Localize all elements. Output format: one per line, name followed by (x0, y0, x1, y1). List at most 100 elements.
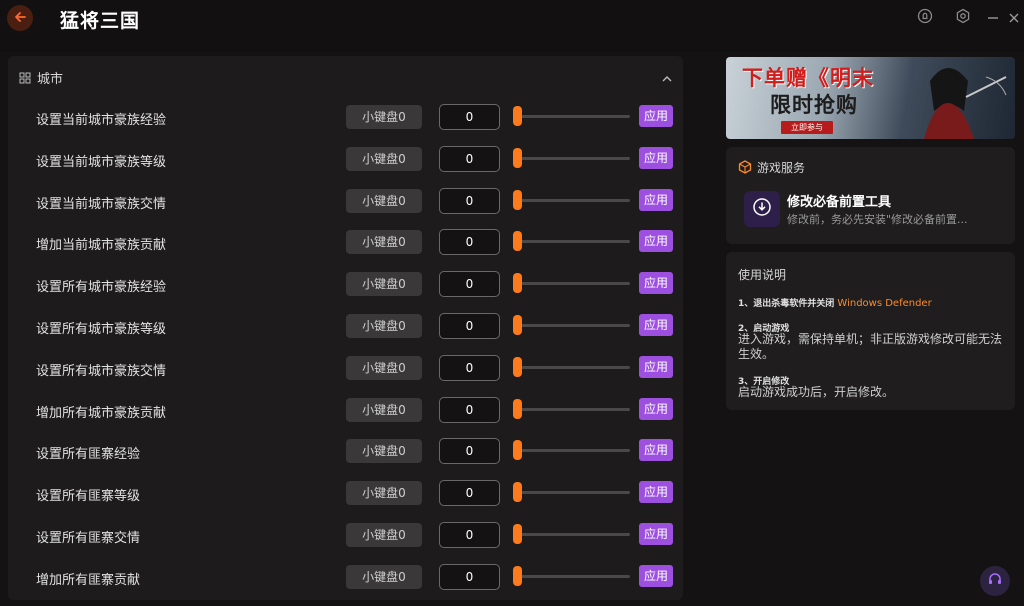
hotkey-button[interactable]: 小键盘0 (346, 397, 422, 422)
value-slider[interactable] (513, 481, 630, 503)
city-panel: 城市 设置当前城市豪族经验 小键盘0 0 应用 设置当前城市豪族等级 小键盘0 0 应用 设置当… (8, 56, 683, 600)
gear-icon (955, 8, 971, 28)
apply-button[interactable]: 应用 (639, 439, 673, 462)
value-slider[interactable] (513, 356, 630, 378)
apply-button[interactable]: 应用 (639, 481, 673, 504)
option-row: 设置当前城市豪族交情 小键盘0 0 应用 (8, 181, 683, 223)
value-input[interactable]: 0 (439, 271, 500, 298)
apply-button[interactable]: 应用 (639, 188, 673, 211)
value-slider[interactable] (513, 272, 630, 294)
slider-thumb[interactable] (513, 231, 522, 252)
slider-thumb[interactable] (513, 565, 522, 586)
slider-track (514, 491, 630, 495)
apply-button[interactable]: 应用 (639, 522, 673, 545)
hotkey-button[interactable]: 小键盘0 (346, 564, 422, 589)
slider-thumb[interactable] (513, 398, 522, 419)
slider-thumb[interactable] (513, 273, 522, 294)
apply-button[interactable]: 应用 (639, 564, 673, 587)
promo-banner[interactable]: 下单赠《明末 限时抢购 立即参与 (726, 57, 1015, 139)
hotkey-button[interactable]: 小键盘0 (346, 481, 422, 506)
hotkey-button[interactable]: 小键盘0 (346, 313, 422, 338)
hotkey-button[interactable]: 小键盘0 (346, 439, 422, 464)
service-name[interactable]: 修改必备前置工具 (787, 191, 891, 210)
slider-thumb[interactable] (513, 440, 522, 461)
apply-button[interactable]: 应用 (639, 397, 673, 420)
slider-thumb[interactable] (513, 356, 522, 377)
notification-button[interactable] (915, 8, 935, 28)
value-input[interactable]: 0 (439, 229, 500, 256)
apply-button[interactable]: 应用 (639, 230, 673, 253)
banner-cta-button[interactable]: 立即参与 (781, 121, 833, 134)
apply-button[interactable]: 应用 (639, 313, 673, 336)
value-slider[interactable] (513, 565, 630, 587)
slider-thumb[interactable] (513, 482, 522, 503)
hotkey-button[interactable]: 小键盘0 (346, 355, 422, 380)
slider-thumb[interactable] (513, 314, 522, 335)
apply-button[interactable]: 应用 (639, 105, 673, 127)
value-input[interactable]: 0 (439, 145, 500, 172)
guide-title: 使用说明 (738, 268, 787, 282)
headset-icon (987, 571, 1003, 591)
value-input[interactable]: 0 (439, 521, 500, 548)
hotkey-button[interactable]: 小键盘0 (346, 272, 422, 297)
value-slider[interactable] (513, 105, 630, 127)
section-title: 城市 (37, 72, 64, 87)
hotkey-button[interactable]: 小键盘0 (346, 522, 422, 547)
minimize-button[interactable] (983, 8, 1003, 28)
value-input[interactable]: 0 (439, 312, 500, 339)
option-row: 设置所有匪寨等级 小键盘0 0 应用 (8, 473, 683, 515)
value-input[interactable]: 0 (439, 354, 500, 381)
back-button[interactable] (7, 5, 33, 31)
usage-guide-card: 使用说明 1、退出杀毒软件并关闭 Windows Defender 2、启动游戏… (726, 252, 1015, 410)
close-button[interactable] (1004, 8, 1024, 28)
box-icon (738, 159, 752, 178)
value-slider[interactable] (513, 189, 630, 211)
apply-button[interactable]: 应用 (639, 272, 673, 295)
value-slider[interactable] (513, 523, 630, 545)
option-label: 设置当前城市豪族等级 (36, 154, 167, 170)
guide-step-1: 1、退出杀毒软件并关闭 Windows Defender (738, 296, 932, 309)
option-row: 设置所有城市豪族经验 小键盘0 0 应用 (8, 264, 683, 306)
option-row: 设置当前城市豪族等级 小键盘0 0 应用 (8, 139, 683, 181)
slider-track (514, 323, 630, 327)
slider-thumb[interactable] (513, 147, 522, 168)
bell-icon (917, 8, 933, 28)
value-input[interactable]: 0 (439, 480, 500, 507)
customer-support-button[interactable] (980, 566, 1010, 596)
slider-track (514, 115, 630, 118)
service-header: 游戏服务 (757, 161, 806, 175)
option-row: 设置当前城市豪族经验 小键盘0 0 应用 (8, 97, 683, 139)
slider-track (514, 240, 630, 244)
service-tool-button[interactable] (744, 191, 780, 227)
value-input[interactable]: 0 (439, 104, 500, 130)
slider-thumb[interactable] (513, 189, 522, 210)
value-slider[interactable] (513, 147, 630, 169)
value-slider[interactable] (513, 398, 630, 420)
slider-track (514, 574, 630, 578)
hotkey-button[interactable]: 小键盘0 (346, 105, 422, 129)
close-icon (1008, 9, 1020, 28)
hotkey-button[interactable]: 小键盘0 (346, 146, 422, 171)
option-label: 设置所有匪寨等级 (36, 489, 141, 505)
settings-button[interactable] (953, 8, 973, 28)
option-label: 增加所有匪寨贡献 (36, 572, 141, 588)
slider-thumb[interactable] (513, 523, 522, 544)
chevron-up-icon[interactable] (661, 70, 673, 89)
value-input[interactable]: 0 (439, 563, 500, 590)
apply-button[interactable]: 应用 (639, 146, 673, 169)
option-label: 设置当前城市豪族交情 (36, 196, 167, 212)
option-row: 设置所有城市豪族等级 小键盘0 0 应用 (8, 306, 683, 348)
value-input[interactable]: 0 (439, 438, 500, 465)
value-input[interactable]: 0 (439, 187, 500, 214)
slider-thumb[interactable] (513, 106, 522, 126)
apply-button[interactable]: 应用 (639, 355, 673, 378)
section-header[interactable]: 城市 (8, 56, 683, 96)
value-slider[interactable] (513, 439, 630, 461)
option-row: 增加当前城市豪族贡献 小键盘0 0 应用 (8, 222, 683, 264)
value-input[interactable]: 0 (439, 396, 500, 423)
hotkey-button[interactable]: 小键盘0 (346, 230, 422, 255)
app-title: 猛将三国 (60, 10, 141, 32)
value-slider[interactable] (513, 314, 630, 336)
hotkey-button[interactable]: 小键盘0 (346, 188, 422, 213)
value-slider[interactable] (513, 230, 630, 252)
